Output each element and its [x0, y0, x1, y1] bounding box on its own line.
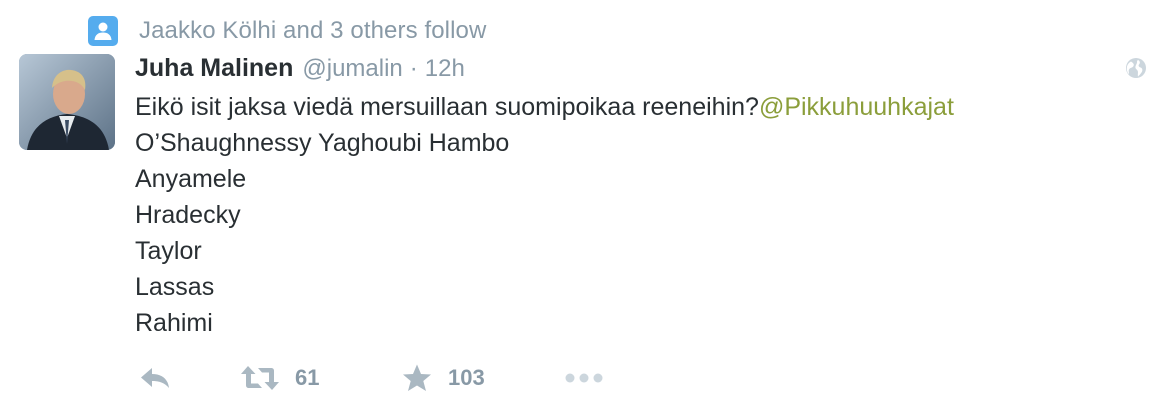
reply-icon	[141, 368, 169, 388]
tweet-line: Taylor	[135, 237, 202, 265]
tweet-line: Lassas	[135, 273, 215, 301]
more-dots-icon	[565, 373, 603, 383]
person-icon	[88, 16, 118, 46]
tweet-text-main: Eikö isit jaksa viedä mersuillaan suomip…	[135, 93, 759, 121]
tweet-line: Anyamele	[135, 165, 247, 193]
retweet-count: 61	[295, 365, 320, 390]
star-icon	[403, 364, 431, 391]
social-context: Jaakko Kölhi and 3 others follow	[88, 14, 486, 48]
tweet-line: Hradecky	[135, 201, 241, 229]
social-context-text[interactable]: Jaakko Kölhi and 3 others follow	[139, 17, 486, 45]
tweet-line: Rahimi	[135, 309, 213, 337]
tweet-line-first: Eikö isit jaksa viedä mersuillaan suomip…	[135, 89, 1135, 125]
tweet-timestamp[interactable]: 12h	[425, 55, 465, 83]
retweet-button[interactable]: 61	[239, 362, 319, 394]
favorite-button[interactable]: 103	[400, 362, 485, 394]
more-button[interactable]	[563, 362, 605, 394]
tweet-actions: 61 103	[138, 362, 608, 394]
globe-icon	[1125, 57, 1147, 79]
tweet-header: Juha Malinen @jumalin · 12h	[135, 54, 465, 86]
mention-link[interactable]: @Pikkuhuuhkajat	[759, 93, 954, 121]
reply-button[interactable]	[138, 362, 174, 394]
avatar[interactable]	[19, 54, 115, 150]
tweet-line: O’Shaughnessy Yaghoubi Hambo	[135, 129, 510, 157]
author-name[interactable]: Juha Malinen	[135, 54, 293, 83]
header-separator: ·	[409, 55, 418, 82]
tweet-text: Eikö isit jaksa viedä mersuillaan suomip…	[135, 89, 1135, 341]
retweet-icon	[241, 366, 279, 390]
author-handle[interactable]: @jumalin	[302, 55, 402, 83]
favorite-count: 103	[448, 365, 485, 390]
